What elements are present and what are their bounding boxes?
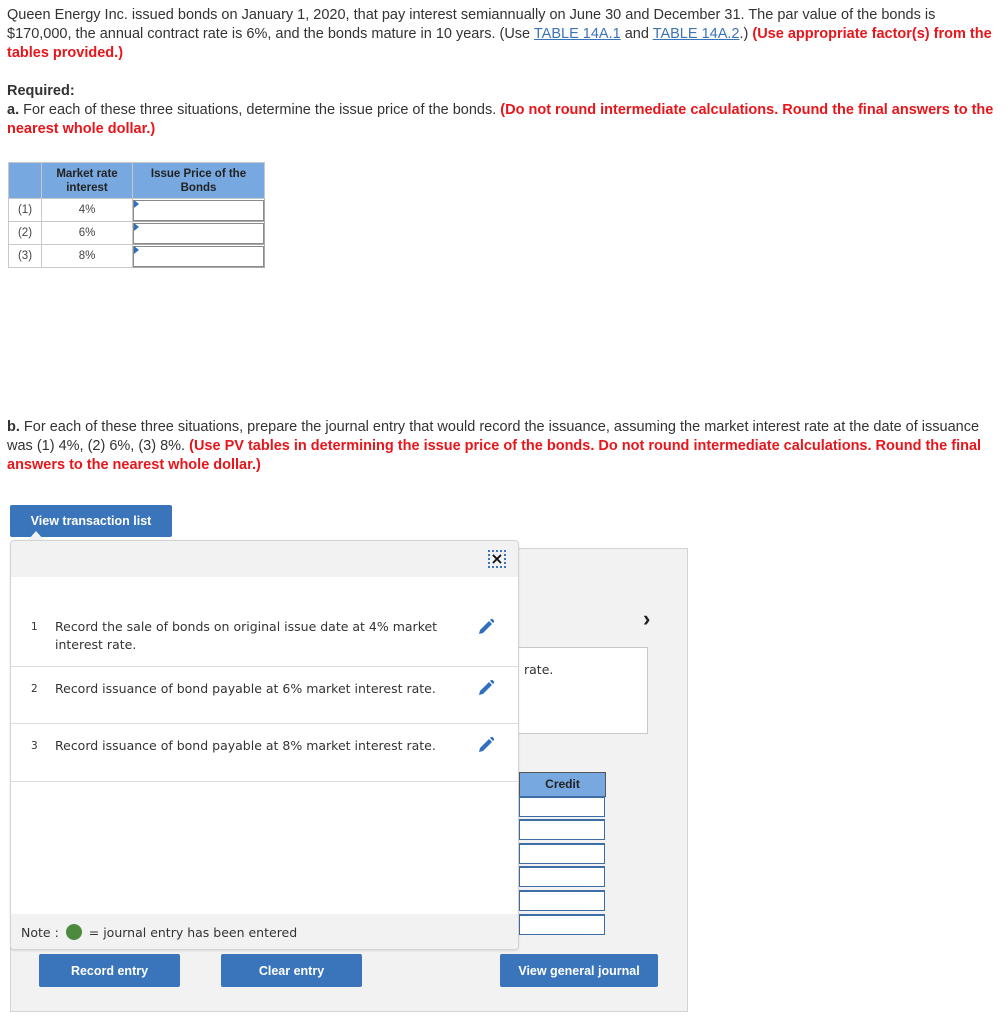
input-marker-icon xyxy=(134,223,139,231)
transaction-item-3[interactable]: 3 Record issuance of bond payable at 8% … xyxy=(11,724,518,782)
transaction-number: 2 xyxy=(31,683,38,695)
transaction-list-popup: × 1 Record the sale of bonds on original… xyxy=(10,540,519,950)
popup-header: × xyxy=(11,541,518,577)
table-row: (2) 6% xyxy=(8,221,265,245)
header-index xyxy=(8,162,42,199)
credit-input-5[interactable] xyxy=(519,890,605,911)
credit-input-1[interactable] xyxy=(519,796,605,817)
issue-price-input-2[interactable] xyxy=(133,222,264,244)
issue-price-table: Market rate interest Issue Price of the … xyxy=(8,162,265,268)
view-general-journal-button[interactable]: View general journal xyxy=(500,954,658,987)
entered-status-dot-icon xyxy=(65,924,82,940)
row-index: (3) xyxy=(8,244,42,268)
transaction-item-2[interactable]: 2 Record issuance of bond payable at 6% … xyxy=(11,667,518,724)
transaction-number: 1 xyxy=(31,621,38,633)
credit-input-6[interactable] xyxy=(519,914,605,935)
credit-input-4[interactable] xyxy=(519,866,605,887)
pencil-icon[interactable] xyxy=(476,678,496,698)
note-bar: Note : = journal entry has been entered xyxy=(11,914,518,949)
next-arrow-icon[interactable]: › xyxy=(643,608,650,630)
credit-column-header: Credit xyxy=(519,772,606,797)
close-icon[interactable]: × xyxy=(488,550,506,568)
table-header-row: Market rate interest Issue Price of the … xyxy=(8,162,265,199)
issue-price-input-1[interactable] xyxy=(133,199,264,221)
transaction-number: 3 xyxy=(31,740,38,752)
description-text: rate. xyxy=(524,662,554,677)
part-b-prefix: b. xyxy=(7,419,20,435)
row-index: (1) xyxy=(8,198,42,222)
part-a-text: For each of these three situations, dete… xyxy=(19,102,501,118)
problem-statement: Queen Energy Inc. issued bonds on Januar… xyxy=(7,6,997,63)
transaction-text: Record issuance of bond payable at 8% ma… xyxy=(55,738,436,753)
price-cell xyxy=(132,244,265,268)
credit-input-2[interactable] xyxy=(519,819,605,840)
transaction-text: Record issuance of bond payable at 6% ma… xyxy=(55,681,436,696)
table-14a2-link[interactable]: TABLE 14A.2 xyxy=(653,26,740,42)
row-index: (2) xyxy=(8,221,42,245)
price-cell xyxy=(132,198,265,222)
part-b-section: b. For each of these three situations, p… xyxy=(7,418,997,475)
input-marker-icon xyxy=(134,246,139,254)
price-cell xyxy=(132,221,265,245)
note-text: = journal entry has been entered xyxy=(88,925,298,940)
required-label: Required: xyxy=(7,83,75,99)
transaction-text: Record the sale of bonds on original iss… xyxy=(55,619,438,652)
table-row: (1) 4% xyxy=(8,198,265,222)
table-row: (3) 8% xyxy=(8,244,265,268)
required-section: Required: a. For each of these three sit… xyxy=(7,82,997,139)
header-issue-price: Issue Price of the Bonds xyxy=(132,162,265,199)
input-marker-icon xyxy=(134,200,139,208)
transaction-item-1[interactable]: 1 Record the sale of bonds on original i… xyxy=(11,601,518,667)
popup-caret xyxy=(28,531,44,540)
pencil-icon[interactable] xyxy=(476,617,496,637)
row-rate: 4% xyxy=(41,198,133,222)
note-prefix: Note : xyxy=(21,925,59,940)
record-entry-button[interactable]: Record entry xyxy=(39,954,180,987)
table-14a1-link[interactable]: TABLE 14A.1 xyxy=(534,26,621,42)
part-a-prefix: a. xyxy=(7,102,20,118)
issue-price-input-3[interactable] xyxy=(133,245,264,267)
problem-text-close: .) xyxy=(739,26,753,42)
header-market-rate: Market rate interest xyxy=(41,162,133,199)
credit-input-3[interactable] xyxy=(519,843,605,864)
row-rate: 6% xyxy=(41,221,133,245)
row-rate: 8% xyxy=(41,244,133,268)
problem-text-and: and xyxy=(620,26,653,42)
clear-entry-button[interactable]: Clear entry xyxy=(221,954,362,987)
pencil-icon[interactable] xyxy=(476,735,496,755)
